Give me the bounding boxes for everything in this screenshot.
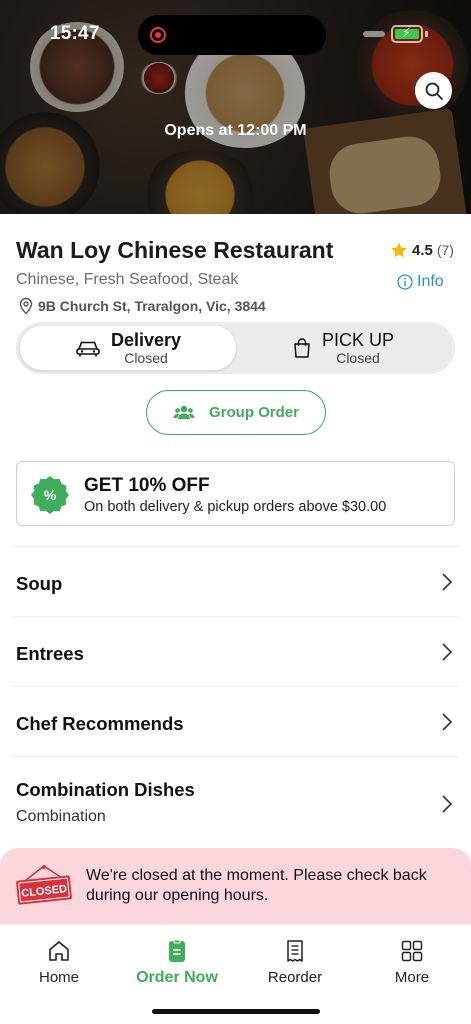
location-pin-icon (19, 297, 33, 315)
category-row-combination-dishes[interactable]: Combination Dishes Combination (0, 757, 471, 847)
chevron-right-icon (442, 713, 453, 731)
nav-order-now-label: Order Now (136, 969, 218, 986)
restaurant-name: Wan Loy Chinese Restaurant (16, 237, 334, 263)
nav-reorder-label: Reorder (267, 969, 323, 986)
category-label: Chef Recommends (16, 713, 184, 734)
nav-more[interactable]: More (353, 939, 471, 986)
hero-banner: 15:47 ⚡ Opens at 12:00 PM (0, 0, 471, 214)
pickup-label: PICK UP (321, 329, 395, 350)
category-label: Soup (16, 573, 63, 594)
star-icon (391, 242, 407, 258)
search-button[interactable] (415, 72, 452, 109)
category-label: Combination Dishes (16, 779, 195, 800)
delivery-status: Closed (124, 350, 168, 367)
rating-value: 4.5 (412, 241, 433, 259)
promo-subtitle: On both delivery & pickup orders above $… (84, 499, 387, 515)
discount-badge-icon: % (31, 476, 69, 514)
address: 9B Church St, Traralgon, Vic, 3844 (18, 297, 266, 315)
delivery-option[interactable]: Delivery Closed (20, 326, 236, 370)
battery-nub (425, 31, 428, 37)
category-row-soup[interactable]: Soup (0, 547, 471, 619)
charging-bolt-icon: ⚡ (402, 25, 412, 40)
order-mode-toggle: Delivery Closed PICK UP Closed (16, 322, 455, 374)
category-label: Entrees (16, 643, 84, 664)
chevron-right-icon (442, 795, 453, 813)
shopping-bag-icon (294, 338, 310, 358)
category-row-entrees[interactable]: Entrees (0, 617, 471, 689)
nav-reorder[interactable]: Reorder (236, 939, 354, 986)
nav-more-label: More (394, 969, 430, 986)
dynamic-island (138, 15, 326, 55)
battery-icon: ⚡ (391, 25, 423, 43)
nav-home-label: Home (38, 969, 79, 986)
info-link[interactable]: Info (397, 273, 444, 291)
category-subtitle: Combination (16, 808, 106, 825)
closed-message: We're closed at the moment. Please check… (86, 867, 427, 904)
nav-order-now[interactable]: Order Now (118, 939, 236, 987)
info-label: Info (417, 273, 444, 290)
closed-sign-icon: CLOSED (16, 865, 72, 905)
cuisine-list: Chinese, Fresh Seafood, Steak (16, 271, 239, 288)
chevron-right-icon (442, 573, 453, 591)
rating: 4.5 (7) (390, 241, 454, 259)
order-icon (169, 939, 185, 962)
receipt-icon (287, 940, 303, 962)
info-icon (397, 274, 413, 290)
home-indicator (152, 1009, 320, 1014)
status-bar: 15:47 ⚡ (0, 0, 471, 60)
grid-icon (401, 940, 423, 962)
promo-card[interactable]: % GET 10% OFF On both delivery & pickup … (16, 461, 455, 526)
car-icon (76, 341, 100, 357)
group-order-label: Group Order (208, 404, 299, 421)
promo-title: GET 10% OFF (84, 475, 210, 496)
pickup-status: Closed (336, 350, 380, 367)
pickup-option[interactable]: PICK UP Closed (235, 326, 451, 370)
home-icon (49, 941, 69, 961)
search-icon (425, 82, 443, 100)
opening-time-text: Opens at 12:00 PM (164, 122, 307, 139)
chevron-right-icon (442, 643, 453, 661)
group-users-icon (173, 405, 195, 419)
nav-home[interactable]: Home (0, 939, 118, 986)
svg-text:%: % (44, 487, 57, 503)
category-row-chef-recommends[interactable]: Chef Recommends (0, 687, 471, 759)
delivery-label: Delivery (110, 329, 182, 350)
signal-icon (363, 31, 385, 37)
address-text: 9B Church St, Traralgon, Vic, 3844 (38, 298, 266, 314)
group-order-button[interactable]: Group Order (146, 390, 326, 435)
status-time: 15:47 (50, 23, 100, 44)
recording-icon (150, 27, 166, 43)
closed-banner: CLOSED We're closed at the moment. Pleas… (0, 848, 471, 924)
rating-count: (7) (436, 242, 454, 258)
bottom-navigation: Home Order Now Reorder More (0, 924, 471, 1024)
